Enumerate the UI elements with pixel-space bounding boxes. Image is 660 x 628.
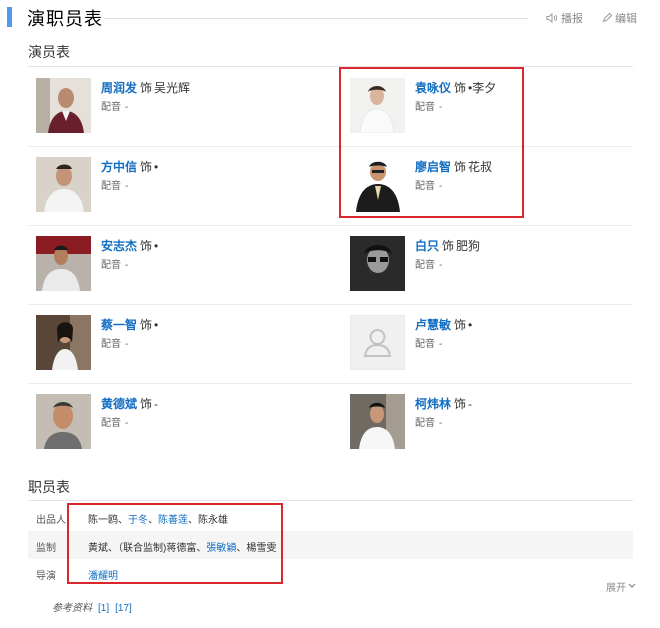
highlight-box-cast (339, 67, 524, 218)
dub-label: 配音 (415, 418, 435, 429)
dub-label: 配音 (101, 181, 121, 192)
role-name: - (154, 397, 159, 411)
dub-label: 配音 (101, 339, 121, 350)
role-prefix: 饰 (454, 397, 467, 411)
cast-list: 周润发饰吴光辉 配音 - 袁咏仪饰 •李夕 配音 - 方中信 饰 • 配音 - … (28, 68, 633, 463)
dub-value: - (439, 418, 443, 429)
staff-role-label: 导演 (36, 571, 56, 582)
dub-value: - (125, 181, 129, 192)
cast-section-title: 演员表 (28, 44, 70, 60)
role-name: • (154, 160, 159, 174)
section-header: 演职员表 播报 编辑 (0, 0, 660, 36)
expand-button[interactable]: 展开 (606, 579, 636, 594)
actor-name-link[interactable]: 卢慧敏 (415, 318, 451, 332)
cast-info: 蔡一智饰 • 配音 - (101, 318, 158, 352)
cast-info: 卢慧敏饰 • 配音 - (415, 318, 472, 352)
references-title: 参考资料 (52, 603, 92, 614)
header-accent-bar (7, 7, 12, 27)
role-name: 吴光辉 (154, 81, 191, 95)
chevron-down-icon (628, 581, 636, 592)
role-prefix: 饰 (140, 397, 153, 411)
actor-name-link[interactable]: 黄德斌 (101, 397, 137, 411)
dub-label: 配音 (101, 418, 121, 429)
cast-info: 白只饰肥狗 配音 - (415, 239, 480, 273)
expand-label: 展开 (606, 583, 626, 594)
actor-name-link[interactable]: 柯炜林 (415, 397, 451, 411)
cast-info: 方中信饰 • 配音 - (101, 160, 158, 194)
cast-info: 黄德斌饰 - 配音 - (101, 397, 158, 431)
actor-name-link[interactable]: 方中信 (101, 160, 137, 174)
cast-row: 方中信饰 • 配音 - 廖启智饰花叔 配音 - (28, 147, 633, 226)
cast-item: 周润发饰吴光辉 配音 - (36, 68, 336, 147)
role-prefix: 饰 (140, 318, 153, 332)
dub-value: - (125, 102, 129, 113)
actor-photo-placeholder[interactable] (350, 315, 405, 370)
cast-item: 蔡一智饰 • 配音 - (36, 305, 336, 384)
cast-item: 黄德斌饰 - 配音 - (36, 384, 336, 463)
role-name: 肥狗 (456, 239, 481, 253)
speaker-icon (546, 13, 558, 23)
dub-label: 配音 (101, 260, 121, 271)
actor-photo[interactable] (36, 315, 91, 370)
dub-value: - (439, 260, 443, 271)
cast-info: 柯炜林饰 - 配音 - (415, 397, 472, 431)
staff-section-divider (28, 500, 633, 501)
report-button[interactable]: 播报 (546, 10, 583, 26)
role-name: • (154, 318, 159, 332)
page-title: 演职员表 (27, 9, 103, 29)
cast-row: 周润发饰吴光辉 配音 - 袁咏仪饰 •李夕 配音 - (28, 68, 633, 147)
dub-label: 配音 (415, 339, 435, 350)
actor-name-link[interactable]: 安志杰 (101, 239, 137, 253)
role-prefix: 饰 (140, 81, 153, 95)
dub-value: - (125, 418, 129, 429)
cast-row: 安志杰饰 • 配音 - 白只饰肥狗 配音 - (28, 226, 633, 305)
actor-name-link[interactable]: 白只 (415, 239, 439, 253)
dub-value: - (125, 339, 129, 350)
role-name: • (468, 318, 473, 332)
dub-label: 配音 (101, 102, 121, 113)
edit-button[interactable]: 编辑 (602, 10, 637, 26)
cast-item: 柯炜林饰 - 配音 - (350, 384, 650, 463)
actor-photo[interactable] (36, 236, 91, 291)
role-name: • (154, 239, 159, 253)
reference-link[interactable]: [1] (98, 603, 109, 614)
reference-link[interactable]: [17] (115, 603, 132, 614)
staff-role-label: 监制 (36, 543, 56, 554)
dub-label: 配音 (415, 260, 435, 271)
header-divider (104, 18, 528, 19)
role-prefix: 饰 (140, 239, 153, 253)
report-label: 播报 (561, 13, 583, 25)
cast-item: 方中信饰 • 配音 - (36, 147, 336, 226)
edit-label: 编辑 (615, 13, 637, 25)
actor-photo[interactable] (36, 78, 91, 133)
actor-photo[interactable] (350, 394, 405, 449)
actor-photo[interactable] (36, 394, 91, 449)
cast-item: 安志杰饰 • 配音 - (36, 226, 336, 305)
staff-section-title: 职员表 (28, 479, 70, 495)
cast-item: 白只饰肥狗 配音 - (350, 226, 650, 305)
pencil-icon (602, 13, 612, 23)
role-prefix: 饰 (442, 239, 455, 253)
role-name: - (468, 397, 473, 411)
cast-info: 安志杰饰 • 配音 - (101, 239, 158, 273)
cast-row: 蔡一智饰 • 配音 - 卢慧敏饰 • 配音 - (28, 305, 633, 384)
actor-name-link[interactable]: 周润发 (101, 81, 137, 95)
cast-info: 周润发饰吴光辉 配音 - (101, 81, 190, 115)
highlight-box-staff (67, 503, 283, 584)
role-prefix: 饰 (140, 160, 153, 174)
actor-photo[interactable] (36, 157, 91, 212)
references: 参考资料 [1] [17] (52, 599, 132, 614)
role-prefix: 饰 (454, 318, 467, 332)
staff-role-label: 出品人 (36, 515, 66, 526)
cast-item: 卢慧敏饰 • 配音 - (350, 305, 650, 384)
dub-value: - (125, 260, 129, 271)
actor-photo[interactable] (350, 236, 405, 291)
cast-row: 黄德斌饰 - 配音 - 柯炜林饰 - 配音 - (28, 384, 633, 463)
actor-name-link[interactable]: 蔡一智 (101, 318, 137, 332)
dub-value: - (439, 339, 443, 350)
cast-section-divider (28, 66, 633, 67)
